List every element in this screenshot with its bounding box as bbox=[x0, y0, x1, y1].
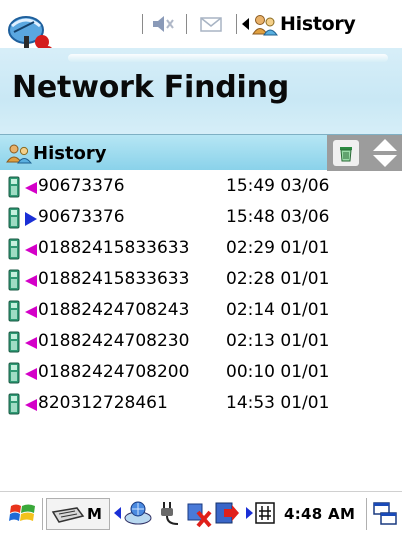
separator bbox=[366, 498, 367, 530]
outgoing-call-icon bbox=[8, 207, 37, 229]
page-title: Network Finding bbox=[12, 70, 290, 105]
exit-icon[interactable] bbox=[214, 500, 240, 526]
call-time: 02:28 01/01 bbox=[226, 269, 330, 289]
status-bar-title: History bbox=[280, 13, 356, 35]
list-item[interactable]: 90673376 15:48 03/06 bbox=[0, 202, 402, 232]
list-item[interactable]: 01882415833633 02:28 01/01 bbox=[0, 264, 402, 294]
sync-error-icon[interactable] bbox=[186, 500, 212, 528]
incoming-call-icon bbox=[8, 238, 37, 260]
right-arrow-icon[interactable] bbox=[245, 507, 253, 519]
list-item[interactable]: 01882424708243 02:14 01/01 bbox=[0, 295, 402, 325]
power-plug-icon[interactable] bbox=[158, 500, 184, 528]
incoming-call-icon bbox=[8, 300, 37, 322]
windows-switch-icon[interactable] bbox=[372, 501, 398, 527]
incoming-call-icon bbox=[8, 269, 37, 291]
call-number: 90673376 bbox=[38, 207, 125, 227]
call-number: 01882415833633 bbox=[38, 238, 190, 258]
call-number: 90673376 bbox=[38, 176, 125, 196]
network-icon[interactable] bbox=[123, 500, 153, 526]
banner-highlight bbox=[68, 54, 388, 62]
list-item[interactable]: 01882415833633 02:29 01/01 bbox=[0, 233, 402, 263]
call-time: 14:53 01/01 bbox=[226, 393, 330, 413]
list-item[interactable]: 90673376 15:49 03/06 bbox=[0, 171, 402, 201]
delete-button[interactable] bbox=[333, 140, 359, 166]
call-time: 15:48 03/06 bbox=[226, 207, 330, 227]
trash-icon bbox=[340, 147, 352, 162]
taskbar: M 4:48 AM bbox=[0, 491, 402, 535]
call-time: 02:14 01/01 bbox=[226, 300, 330, 320]
call-time: 00:10 01/01 bbox=[226, 362, 330, 382]
keyboard-icon bbox=[51, 507, 85, 523]
clock[interactable]: 4:48 AM bbox=[284, 505, 355, 523]
header-tools bbox=[327, 135, 402, 171]
separator bbox=[236, 14, 237, 34]
status-bar: History bbox=[0, 0, 402, 62]
incoming-call-icon bbox=[8, 176, 37, 198]
input-mode-label: M bbox=[87, 505, 102, 523]
call-time: 02:13 01/01 bbox=[226, 331, 330, 351]
start-flag-icon[interactable] bbox=[8, 500, 38, 528]
separator bbox=[42, 498, 43, 530]
list-item[interactable]: 820312728461 14:53 01/01 bbox=[0, 388, 402, 418]
list-header-label: History bbox=[33, 143, 107, 164]
call-time: 15:49 03/06 bbox=[226, 176, 330, 196]
mail-icon[interactable] bbox=[200, 17, 222, 32]
left-arrow-icon[interactable] bbox=[114, 507, 122, 519]
separator bbox=[142, 14, 143, 34]
input-panel-button[interactable]: M bbox=[46, 498, 110, 530]
people-icon bbox=[6, 144, 32, 164]
incoming-call-icon bbox=[8, 331, 37, 353]
call-time: 02:29 01/01 bbox=[226, 238, 330, 258]
left-arrow-icon[interactable] bbox=[242, 18, 250, 30]
sort-up-down-icon[interactable] bbox=[371, 137, 399, 169]
list-item[interactable]: 01882424708200 00:10 01/01 bbox=[0, 357, 402, 387]
separator bbox=[186, 14, 187, 34]
incoming-call-icon bbox=[8, 393, 37, 415]
title-banner: Network Finding bbox=[0, 48, 402, 134]
call-number: 820312728461 bbox=[38, 393, 168, 413]
call-number: 01882424708200 bbox=[38, 362, 190, 382]
speaker-icon[interactable] bbox=[152, 15, 176, 33]
history-list: 90673376 15:49 03/06 90673376 15:48 03/0… bbox=[0, 171, 402, 487]
people-icon bbox=[252, 15, 278, 36]
incoming-call-icon bbox=[8, 362, 37, 384]
keypad-icon[interactable] bbox=[255, 502, 275, 524]
list-item[interactable]: 01882424708230 02:13 01/01 bbox=[0, 326, 402, 356]
call-number: 01882424708230 bbox=[38, 331, 190, 351]
list-header: History bbox=[0, 134, 402, 171]
call-number: 01882424708243 bbox=[38, 300, 190, 320]
call-number: 01882415833633 bbox=[38, 269, 190, 289]
